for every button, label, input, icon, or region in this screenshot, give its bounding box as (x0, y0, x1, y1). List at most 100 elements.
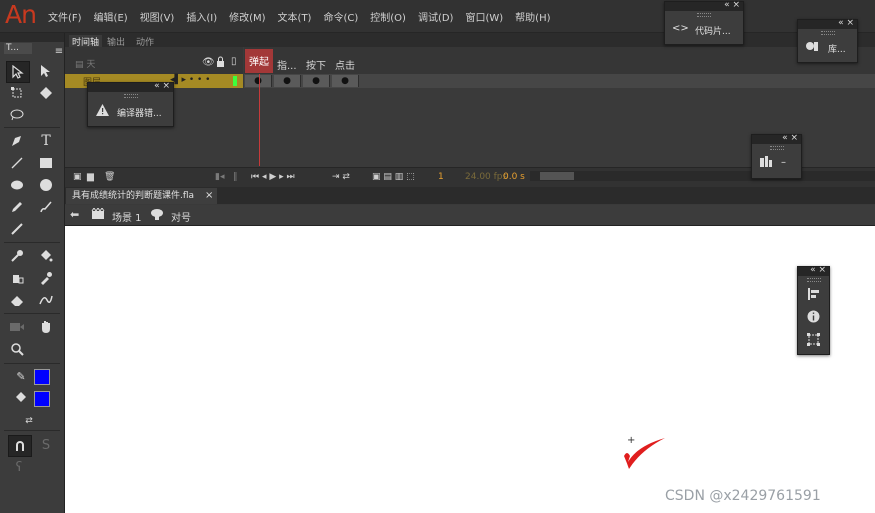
new-folder-icon[interactable]: ▆ (87, 172, 94, 182)
3d-rotation-tool-icon[interactable] (35, 83, 57, 103)
info-icon[interactable] (807, 310, 820, 326)
delete-layer-icon[interactable]: 🗑 (104, 172, 115, 182)
snap-to-objects-icon[interactable] (8, 435, 32, 457)
lock-all-layers-icon[interactable] (216, 56, 225, 70)
tools-divider (4, 430, 60, 431)
checkmark-graphic[interactable] (621, 436, 669, 472)
code-snippets-panel[interactable]: « × <> 代码片... (664, 0, 744, 45)
panel-titlebar[interactable]: « × (798, 265, 829, 276)
ink-bottle-tool-icon[interactable] (6, 268, 28, 288)
close-tab-icon[interactable]: × (205, 188, 213, 204)
frame-label-down[interactable]: 按下 (306, 57, 326, 72)
menu-insert[interactable]: 插入(I) (180, 9, 223, 24)
menu-text[interactable]: 文本(T) (272, 9, 318, 24)
library-panel[interactable]: « × 库... (797, 18, 858, 63)
menu-view[interactable]: 视图(V) (134, 9, 181, 24)
pencil-tool-icon[interactable] (6, 197, 28, 217)
motion-presets-panel[interactable]: « × – (751, 133, 802, 179)
menu-debug[interactable]: 调试(D) (412, 9, 460, 24)
hand-tool-icon[interactable] (35, 317, 57, 337)
subselection-tool-icon[interactable] (35, 61, 57, 81)
paint-brush-tool-icon[interactable] (35, 197, 57, 217)
layer-folder-icon: ▤ 天 (75, 60, 96, 70)
keyframe[interactable]: ● (332, 75, 359, 87)
collapse-close-icon[interactable]: « × (154, 81, 170, 91)
layer-controls-icon: ◂▌▸ • • • (170, 75, 211, 85)
center-frame-icon[interactable]: ⇥ ⇄ (332, 172, 350, 182)
menu-control[interactable]: 控制(O) (364, 9, 412, 24)
align-icon[interactable] (807, 288, 820, 303)
elapsed-time: 0.0 s (503, 172, 525, 182)
symbol-label[interactable]: 对号 (171, 209, 191, 224)
collapse-close-icon[interactable]: « × (782, 133, 798, 143)
camera-tool-icon[interactable] (6, 317, 28, 337)
timeline-tabs: 时间轴 输出 动作 (65, 33, 875, 48)
tools-panel-tab[interactable]: T... (4, 43, 32, 54)
edit-bar: ⬅ 场景 1 对号 (65, 205, 875, 226)
eraser-tool-icon[interactable] (6, 290, 28, 310)
outline-all-layers-icon[interactable]: ▯ (231, 56, 237, 67)
panel-titlebar[interactable]: « × (798, 18, 857, 29)
stroke-color-swatch[interactable] (34, 369, 50, 385)
panel-titlebar[interactable]: « × (88, 81, 173, 92)
pen-tool-icon[interactable] (6, 131, 28, 151)
collapse-close-icon[interactable]: « × (724, 0, 740, 10)
lasso-tool-icon[interactable] (6, 105, 28, 125)
paint-bucket-tool-icon[interactable] (35, 246, 57, 266)
timeline-scrollbar[interactable] (530, 171, 875, 181)
back-arrow-icon[interactable]: ⬅ (70, 208, 79, 221)
playback-controls-icon[interactable]: ⏮ ◂ ▶ ▸ ⏭ (251, 172, 295, 182)
tools-panel-header[interactable] (0, 33, 64, 42)
menu-modify[interactable]: 修改(M) (223, 9, 271, 24)
frame-label-hit[interactable]: 点击 (335, 57, 355, 72)
panel-grip[interactable] (820, 31, 835, 35)
keyframe[interactable]: ● (303, 75, 330, 87)
panel-titlebar[interactable]: « × (665, 0, 743, 11)
menu-commands[interactable]: 命令(C) (317, 9, 364, 24)
collapse-close-icon[interactable]: « × (838, 18, 854, 28)
selection-tool-icon[interactable] (6, 61, 30, 83)
document-tab[interactable]: 具有成绩统计的判断题课件.fla × (66, 188, 217, 204)
oval-tool-icon[interactable] (6, 175, 28, 195)
new-layer-icon[interactable]: ▣ (73, 172, 82, 182)
rectangle-tool-icon[interactable] (35, 153, 57, 173)
frame-label-over[interactable]: 指... (277, 57, 297, 72)
scene-label[interactable]: 场景 1 (112, 209, 142, 224)
playhead[interactable]: 弹起 (245, 49, 273, 73)
frame-rate[interactable]: 24.00 fps (465, 172, 507, 182)
text-tool-icon[interactable]: T (35, 131, 57, 151)
panel-titlebar[interactable]: « × (752, 133, 801, 144)
transform-icon[interactable] (807, 333, 820, 349)
collapse-close-icon[interactable]: « × (810, 265, 826, 275)
zoom-tool-icon[interactable] (6, 339, 28, 359)
fill-color-swatch[interactable] (34, 391, 50, 407)
panel-grip[interactable] (697, 13, 711, 17)
straighten-icon[interactable]: ʕ (8, 457, 30, 477)
onion-skin-icon[interactable]: ▣ ▤ ▥ ⬚ (372, 172, 415, 182)
bone-tool-icon[interactable] (6, 246, 28, 266)
panel-grip[interactable] (769, 146, 784, 150)
brush-tool-icon[interactable] (6, 219, 28, 239)
keyframe[interactable]: ● (274, 75, 301, 87)
menu-file[interactable]: 文件(F) (42, 9, 88, 24)
menu-edit[interactable]: 编辑(E) (88, 9, 134, 24)
align-info-transform-panel[interactable]: « × (797, 265, 830, 355)
code-icon: <> (672, 23, 689, 34)
polystar-tool-icon[interactable] (35, 175, 57, 195)
timeline-scroll-thumb[interactable] (540, 172, 574, 180)
menu-help[interactable]: 帮助(H) (509, 9, 556, 24)
panel-grip[interactable] (123, 94, 138, 98)
smooth-icon[interactable]: S (35, 435, 57, 455)
swap-colors-icon[interactable]: ⇄ (18, 411, 40, 431)
panel-grip[interactable] (806, 278, 821, 282)
loop-icon[interactable]: ▮◂ (215, 172, 224, 182)
free-transform-tool-icon[interactable] (6, 83, 28, 103)
show-all-layers-icon[interactable]: 👁 (202, 57, 215, 68)
width-tool-icon[interactable] (35, 290, 57, 310)
pause-icon[interactable]: ‖ (233, 172, 238, 182)
eyedropper-tool-icon[interactable] (35, 268, 57, 288)
menu-window[interactable]: 窗口(W) (459, 9, 509, 24)
compiler-errors-panel[interactable]: « × 编译器错... (87, 81, 174, 127)
line-tool-icon[interactable] (6, 153, 28, 173)
stage[interactable]: + (65, 226, 875, 513)
